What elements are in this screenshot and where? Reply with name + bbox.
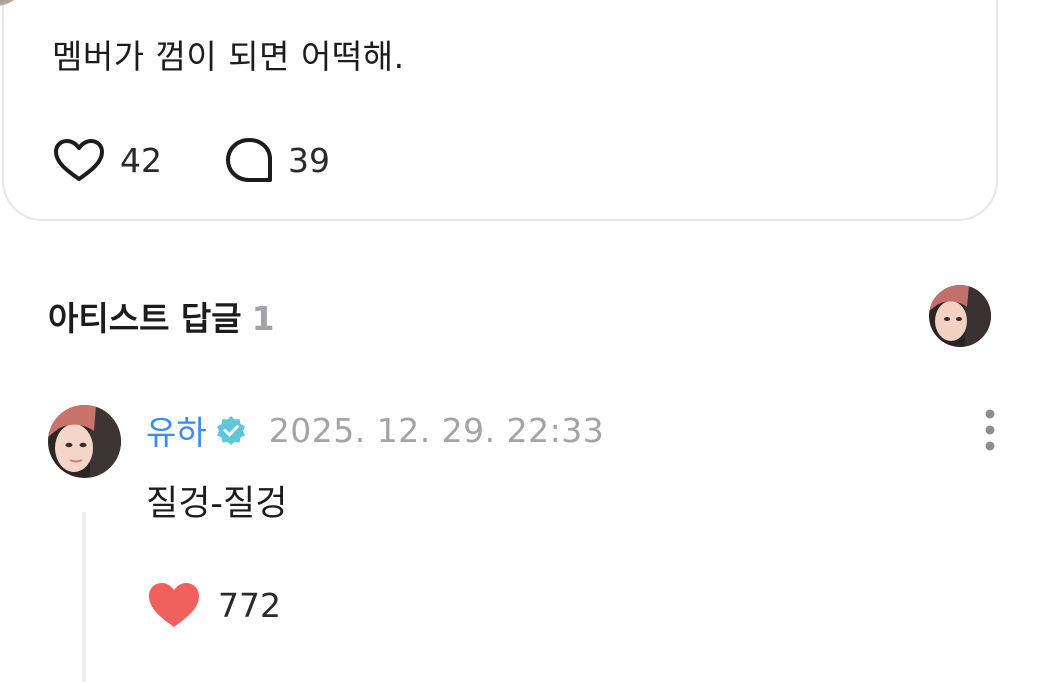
reply-thread-line [82,512,86,682]
artist-replies-count: 1 [251,299,275,338]
reply-meta: 유하 2025. 12. 29. 22:33 [146,405,604,455]
heart-filled-icon [149,583,199,627]
post-author-avatar[interactable] [0,0,26,6]
heart-outline-icon [54,139,104,181]
artist-reply-page: 멤버가 껌이 되면 어떡해. 42 39 아티스트 답글 1 유하 2025. … [0,0,1050,682]
more-vertical-icon[interactable] [976,408,1004,452]
reply-text: 질겅-질겅 [146,484,288,524]
verified-badge-icon [216,416,245,445]
post-card: 멤버가 껌이 되면 어떡해. 42 39 [0,0,998,221]
artist-avatar[interactable] [929,285,991,347]
reply-author-avatar[interactable] [48,405,121,478]
artist-replies-title: 아티스트 답글 [48,299,242,338]
post-like-count: 42 [120,140,162,180]
artist-replies-header: 아티스트 답글 1 [48,292,275,340]
reply-timestamp: 2025. 12. 29. 22:33 [268,410,605,450]
reply-like-count: 772 [218,585,281,625]
post-actions: 42 39 [52,135,392,185]
post-text: 멤버가 껌이 되면 어떡해. [52,37,405,76]
reply-like-button[interactable]: 772 [146,580,281,630]
speech-bubble-icon [226,138,272,182]
post-comment-count: 39 [288,140,330,180]
post-like-button[interactable]: 42 [52,137,162,183]
post-comment-button[interactable]: 39 [224,136,330,184]
reply-author-name[interactable]: 유하 [146,406,207,454]
